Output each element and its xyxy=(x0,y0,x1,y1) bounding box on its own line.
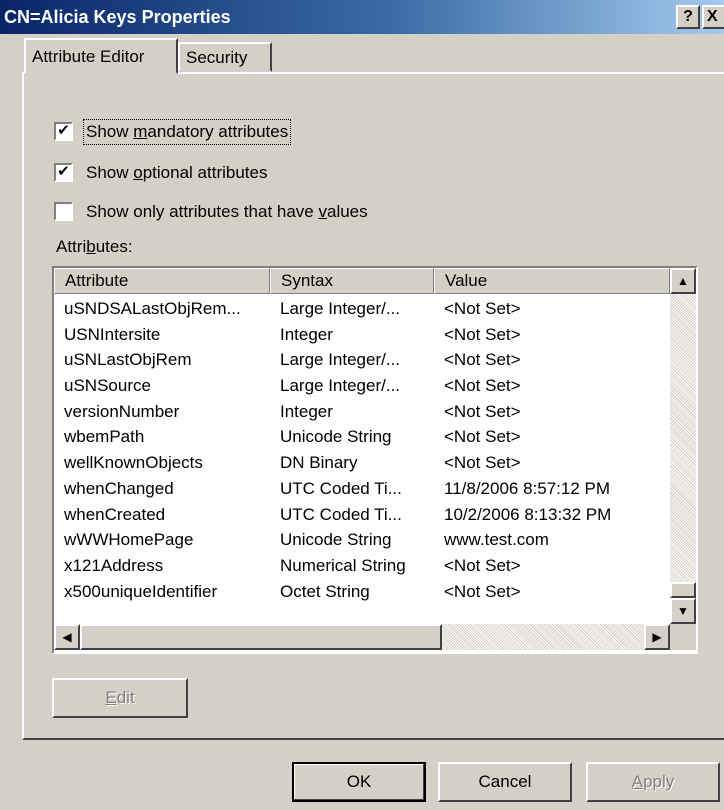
cancel-button[interactable]: Cancel xyxy=(438,762,572,802)
tab-security[interactable]: Security xyxy=(178,42,272,72)
close-button[interactable]: X xyxy=(702,5,724,29)
window-title: CN=Alicia Keys Properties xyxy=(4,7,231,27)
ok-button[interactable]: OK xyxy=(292,762,426,802)
title-bar[interactable]: CN=Alicia Keys Properties ? X xyxy=(0,0,724,34)
apply-button[interactable]: Apply xyxy=(586,762,720,802)
help-button[interactable]: ? xyxy=(676,5,700,29)
properties-dialog: CN=Alicia Keys Properties ? X Attribute … xyxy=(0,0,724,810)
tab-panel xyxy=(22,72,724,740)
tab-attribute-editor[interactable]: Attribute Editor xyxy=(24,38,178,74)
